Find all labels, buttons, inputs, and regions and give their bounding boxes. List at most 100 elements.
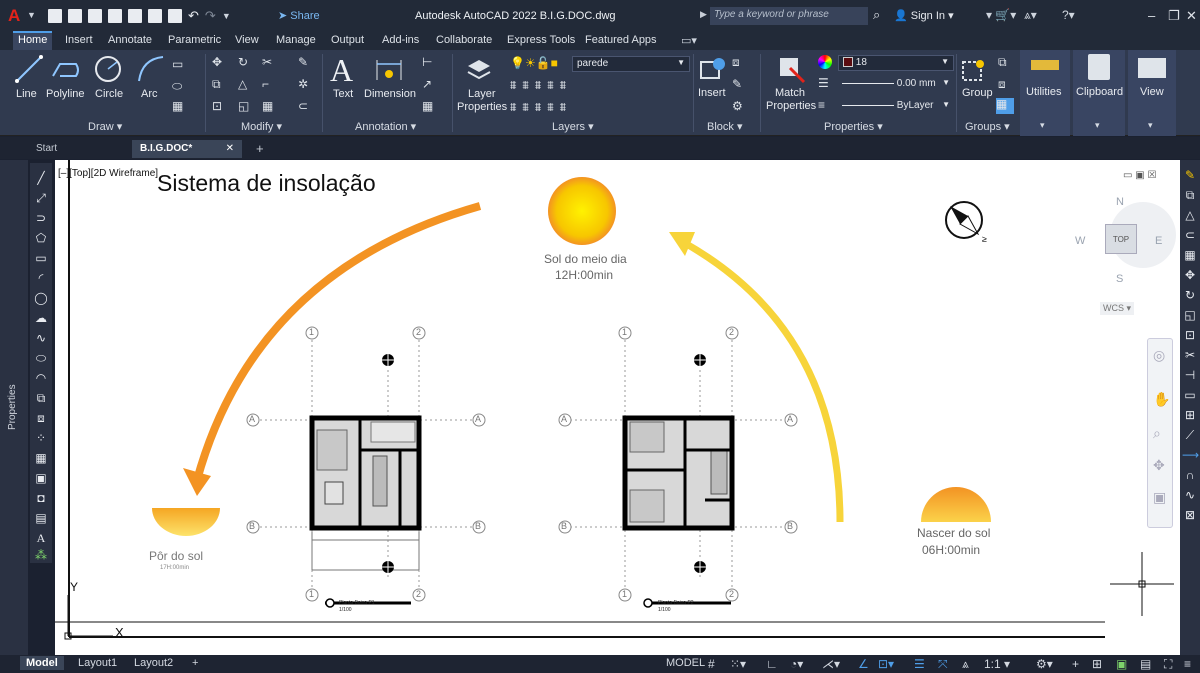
sign-in-button[interactable]: 👤 Sign In ▾ — [894, 9, 954, 22]
polyline-icon[interactable] — [50, 56, 82, 84]
dimension-icon[interactable] — [374, 56, 404, 84]
snap-toggle-icon[interactable]: ⁙▾ — [730, 657, 746, 671]
clipboard-panel[interactable]: Clipboard ▾ — [1073, 50, 1125, 136]
revcloud-tool-icon[interactable]: ☁ — [33, 311, 49, 325]
viewcube-west[interactable]: W — [1075, 235, 1085, 247]
group-select-icon[interactable]: ▦ — [996, 98, 1014, 114]
arc-tool-icon[interactable]: ◜ — [33, 271, 49, 285]
array-tool-icon[interactable]: ▦ — [1182, 248, 1198, 262]
match-properties-label-2[interactable]: Properties — [766, 100, 816, 112]
tab-layout1[interactable]: Layout1 — [72, 656, 123, 670]
layer-properties-label-1[interactable]: Layer — [468, 88, 496, 100]
arc-button[interactable]: Arc — [141, 88, 158, 100]
tab-featured-apps[interactable]: Featured Apps — [580, 33, 662, 47]
graphics-performance-icon[interactable]: ▤ — [1140, 657, 1151, 671]
color-wheel-icon[interactable] — [818, 55, 832, 69]
break-tool-icon[interactable]: ▭ — [1182, 388, 1198, 402]
tab-output[interactable]: Output — [326, 33, 369, 47]
move-icon[interactable]: ✥ — [212, 56, 226, 68]
properties-panel-title[interactable]: Properties ▾ — [824, 120, 883, 133]
extend-tool-icon[interactable]: ⊣ — [1182, 368, 1198, 382]
isolate-objects-icon[interactable]: ▣ — [1116, 657, 1127, 671]
groups-panel-title[interactable]: Groups ▾ — [965, 120, 1010, 133]
tab-home[interactable]: Home — [13, 31, 53, 50]
polygon-tool-icon[interactable]: ⬠ — [33, 231, 49, 245]
drawing-canvas[interactable]: [–][Top][2D Wireframe] Sistema de insola… — [55, 160, 1105, 655]
annotation-scale[interactable]: 1:1 ▾ — [984, 657, 1010, 671]
tab-manage[interactable]: Manage — [271, 33, 321, 47]
copy-icon[interactable]: ⧉ — [212, 78, 226, 90]
chamfer-tool-icon[interactable]: ⟋ — [1182, 428, 1198, 442]
tab-layout2[interactable]: Layout2 — [128, 656, 179, 670]
line-icon[interactable] — [14, 54, 44, 84]
model-space-toggle[interactable]: MODEL — [660, 656, 711, 670]
zoom-icon[interactable]: ⌕ — [1153, 425, 1161, 442]
group-edit-icon[interactable]: ⧈ — [998, 78, 1012, 90]
ray-tool-icon[interactable]: ⤢ — [33, 191, 49, 205]
block-attributes-icon[interactable]: ⚙ — [732, 100, 746, 112]
hatch-tool-icon[interactable]: ▦ — [33, 451, 49, 465]
annotation-visibility-icon[interactable]: ⩓ — [962, 657, 969, 672]
publish-icon[interactable] — [148, 9, 162, 23]
pan-icon[interactable]: ✋ — [1153, 391, 1170, 408]
new-layout-icon[interactable]: + — [186, 656, 204, 670]
make-block-tool-icon[interactable]: ⧈ — [33, 411, 49, 425]
navigation-bar[interactable]: ◎ ✋ ⌕ ✥ ▣ — [1147, 338, 1173, 528]
color-dropdown[interactable]: 18 ▼ — [838, 55, 954, 71]
leader-icon[interactable]: ↗ — [422, 78, 436, 90]
erase-tool-icon[interactable]: ✎ — [1182, 168, 1198, 182]
new-tab-icon[interactable]: + — [248, 138, 272, 156]
linear-dim-icon[interactable]: ⊢ — [422, 56, 436, 68]
rotate-tool-icon[interactable]: ↻ — [1182, 288, 1198, 302]
rotate-icon[interactable]: ↻ — [238, 56, 252, 68]
print-icon[interactable] — [168, 9, 182, 23]
object-snap-icon[interactable]: ⊡▾ — [878, 657, 894, 671]
lineweight-dropdown[interactable]: 0.00 mm ▼ — [838, 77, 954, 93]
scale-icon[interactable]: ◱ — [238, 100, 252, 112]
tab-start[interactable]: Start — [28, 140, 65, 158]
dimension-button[interactable]: Dimension — [364, 88, 416, 100]
hatch-icon[interactable]: ▦ — [172, 100, 186, 112]
table-tool-icon[interactable]: ▤ — [33, 511, 49, 525]
add-selected-tool-icon[interactable]: ⁂ — [33, 548, 49, 562]
showmotion-icon[interactable]: ▣ — [1153, 489, 1166, 506]
circle-icon[interactable] — [93, 54, 123, 84]
utilities-panel[interactable]: Utilities ▾ — [1020, 50, 1070, 136]
tab-big-doc[interactable]: B.I.G.DOC* ✕ — [132, 140, 242, 158]
rectangle-tool-icon[interactable]: ▭ — [33, 251, 49, 265]
save-as-icon[interactable] — [108, 9, 122, 23]
lineweight-toggle-icon[interactable]: ☰ — [914, 657, 925, 671]
restore-icon[interactable]: ❐ — [1168, 8, 1180, 24]
offset-tool-icon[interactable]: ⊂ — [1182, 228, 1198, 242]
save-icon[interactable] — [88, 9, 102, 23]
mtext-tool-icon[interactable]: A — [33, 531, 49, 545]
ellipse-tool-icon[interactable]: ⬭ — [33, 351, 49, 365]
ellipse-icon[interactable]: ⬭ — [172, 80, 186, 92]
mirror-icon[interactable]: △ — [238, 78, 252, 90]
point-tool-icon[interactable]: ⁘ — [33, 431, 49, 445]
viewcube-south[interactable]: S — [1116, 273, 1123, 285]
rectangle-icon[interactable]: ▭ — [172, 58, 186, 70]
minimize-icon[interactable]: – — [1148, 8, 1155, 23]
offset-icon[interactable]: ⊂ — [298, 100, 312, 112]
units-icon[interactable]: ⊞ — [1092, 657, 1102, 671]
draw-panel-title[interactable]: Draw ▾ — [88, 120, 122, 133]
array-icon[interactable]: ▦ — [262, 100, 276, 112]
group-icon[interactable] — [960, 56, 988, 84]
trim-icon[interactable]: ✂ — [262, 56, 276, 68]
text-button[interactable]: Text — [333, 88, 353, 100]
create-block-icon[interactable]: ⧈ — [732, 56, 746, 68]
isodraft-icon[interactable]: ⋌▾ — [822, 657, 840, 671]
app-menu-caret-icon[interactable]: ▼ — [27, 10, 36, 20]
search-icon[interactable]: ⌕ — [873, 7, 880, 23]
qat-dropdown-icon[interactable]: ▼ — [222, 11, 231, 21]
tab-insert[interactable]: Insert — [60, 33, 98, 47]
close-icon[interactable]: ✕ — [1186, 8, 1197, 24]
orbit-icon[interactable]: ✥ — [1153, 457, 1165, 474]
circle-button[interactable]: Circle — [95, 88, 123, 100]
line-button[interactable]: Line — [16, 88, 37, 100]
ortho-toggle-icon[interactable]: ∟ — [766, 657, 778, 671]
close-tab-icon[interactable]: ✕ — [226, 143, 234, 154]
search-expand-icon[interactable]: ▶ — [700, 9, 707, 20]
layer-properties-icon[interactable] — [464, 54, 494, 84]
